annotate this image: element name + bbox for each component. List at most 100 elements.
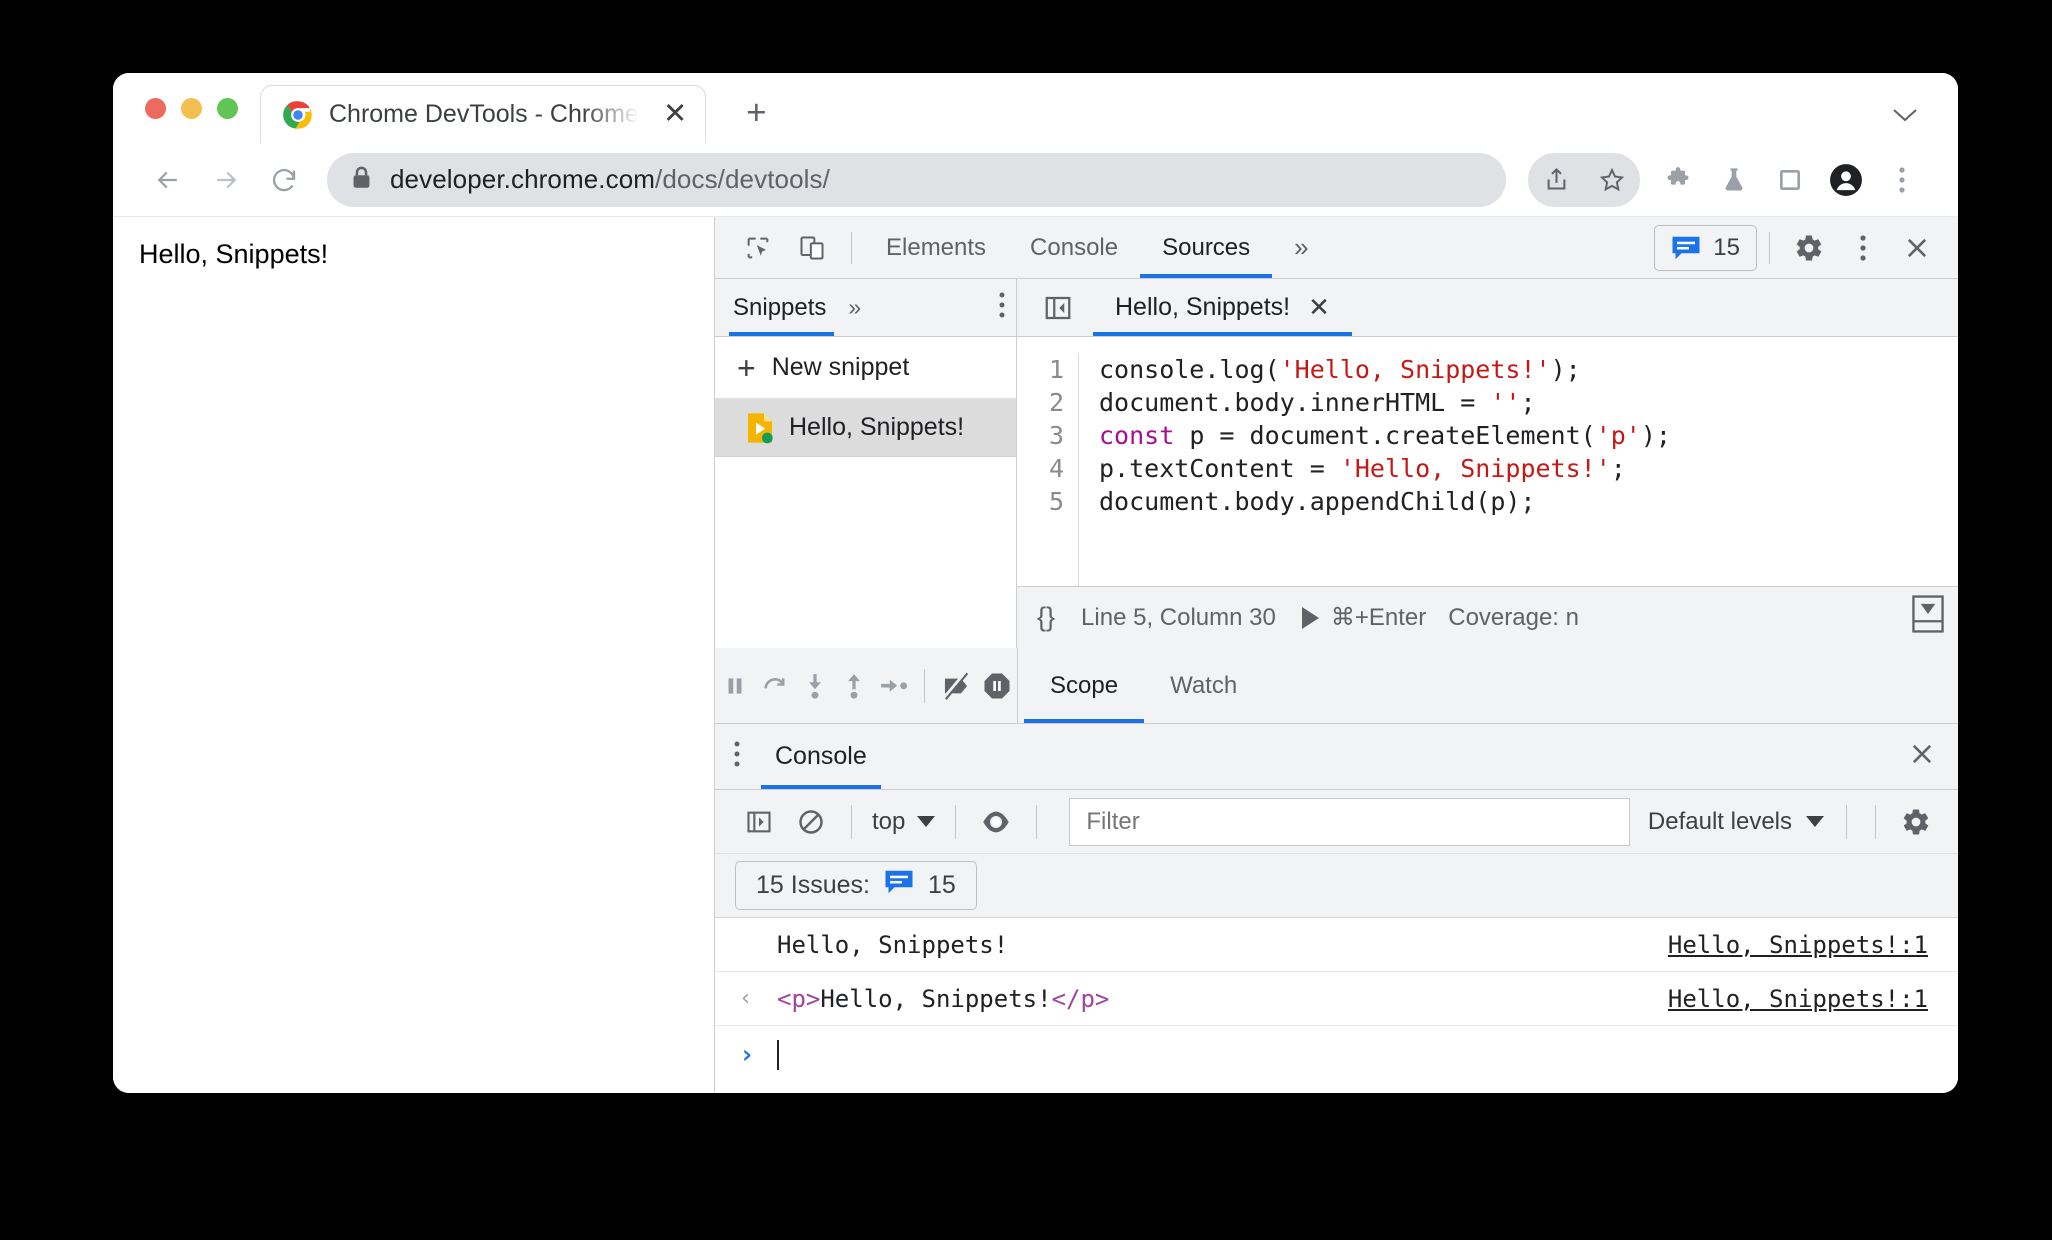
result-source-link[interactable]: Hello, Snippets!:1 (1668, 985, 1928, 1013)
show-more-icon[interactable] (1912, 595, 1944, 640)
code-token: ); (1640, 421, 1671, 450)
code-line: p.textContent = 'Hello, Snippets!'; (1099, 452, 1671, 485)
reload-icon[interactable] (255, 151, 313, 209)
lab-flask-icon[interactable] (1706, 152, 1762, 208)
tab-title: Chrome DevTools - Chrome De (329, 100, 639, 128)
code-token: const (1099, 421, 1175, 450)
code-editor[interactable]: 1 2 3 4 5 console.log('Hello, Snippets!'… (1017, 337, 1958, 586)
console-log-row[interactable]: Hello, Snippets! Hello, Snippets!:1 (715, 918, 1958, 972)
prompt-arrow-icon: › (739, 1040, 755, 1070)
kebab-menu-icon[interactable] (1836, 222, 1890, 274)
tab-close-button[interactable]: ✕ (655, 100, 687, 129)
bookmark-star-icon[interactable] (1584, 152, 1640, 208)
kebab-menu-icon[interactable] (998, 291, 1006, 324)
tab-console[interactable]: Console (1008, 217, 1140, 278)
tab-elements[interactable]: Elements (864, 217, 1008, 278)
more-tabs-icon[interactable]: » (1272, 217, 1330, 278)
issues-counter-button[interactable]: 15 (1654, 224, 1757, 271)
live-expression-icon[interactable] (970, 796, 1022, 848)
context-value: top (872, 807, 906, 835)
divider (1769, 231, 1770, 264)
open-tag: <p> (777, 984, 821, 1013)
close-window-button[interactable] (145, 97, 166, 119)
result-marker: ‹ (739, 986, 753, 1011)
step-over-icon[interactable] (760, 658, 790, 714)
sources-panel: Snippets » + New snippet Hello, Snippets… (715, 279, 1958, 648)
page-paragraph: Hello, Snippets! (139, 239, 329, 269)
code-token: p = document.createElement( (1174, 421, 1596, 450)
line-number: 2 (1048, 388, 1064, 417)
code-token: 'Hello, Snippets!' (1279, 355, 1551, 384)
tab-snippets[interactable]: Snippets (728, 279, 835, 336)
step-icon[interactable] (879, 658, 909, 714)
pause-resume-icon[interactable] (720, 658, 750, 714)
profile-avatar-icon[interactable] (1818, 152, 1874, 208)
gear-icon[interactable] (1890, 796, 1942, 848)
editor-pane: Hello, Snippets! ✕ 1 2 3 4 5 console.log… (1017, 279, 1958, 648)
log-levels-selector[interactable]: Default levels (1648, 808, 1824, 836)
code-content: console.log('Hello, Snippets!'); document… (1079, 353, 1671, 586)
url-text: developer.chrome.com/docs/devtools/ (390, 164, 830, 195)
result-inner-text: Hello, Snippets! (820, 984, 1052, 1013)
minimize-window-button[interactable] (181, 97, 202, 119)
share-icon[interactable] (1528, 152, 1584, 208)
side-panel-icon[interactable] (1762, 152, 1818, 208)
tab-scope[interactable]: Scope (1024, 649, 1145, 723)
editor-tab-close-button[interactable]: ✕ (1308, 292, 1330, 323)
divider (924, 668, 925, 703)
code-token: 'p' (1595, 421, 1641, 450)
extensions-puzzle-icon[interactable] (1650, 152, 1706, 208)
kebab-menu-icon[interactable] (1874, 152, 1930, 208)
filter-placeholder: Filter (1086, 807, 1140, 835)
address-bar[interactable]: developer.chrome.com/docs/devtools/ (327, 152, 1506, 207)
close-tag: </p> (1051, 984, 1110, 1013)
console-prompt-row[interactable]: › (715, 1026, 1958, 1084)
context-selector[interactable]: top (866, 808, 941, 836)
tab-watch[interactable]: Watch (1144, 649, 1263, 723)
log-source-link[interactable]: Hello, Snippets!:1 (1668, 931, 1928, 959)
console-result-row[interactable]: ‹ <p>Hello, Snippets!</p> Hello, Snippet… (715, 972, 1958, 1026)
close-icon[interactable] (1908, 740, 1936, 773)
new-snippet-button[interactable]: + New snippet (715, 337, 1016, 399)
divider (851, 804, 852, 839)
step-into-icon[interactable] (800, 658, 830, 714)
inspect-element-icon[interactable] (731, 222, 785, 274)
kebab-menu-icon[interactable] (733, 740, 741, 773)
snippet-file-icon (745, 412, 775, 444)
pretty-print-button[interactable]: {} (1037, 602, 1055, 633)
code-token: 'Hello, Snippets!' (1339, 454, 1611, 483)
deactivate-breakpoints-icon[interactable] (940, 658, 972, 714)
back-arrow-icon[interactable] (139, 151, 197, 209)
device-toolbar-icon[interactable] (785, 222, 839, 274)
collapse-sidebar-icon[interactable] (1033, 283, 1083, 333)
close-icon[interactable] (1890, 222, 1944, 274)
gear-icon[interactable] (1782, 222, 1836, 274)
forward-arrow-icon[interactable] (197, 151, 255, 209)
debugger-sidebar-tabs: Scope Watch (1018, 648, 1958, 723)
screenshot-root: Chrome DevTools - Chrome De ✕ + (0, 0, 2052, 1240)
new-snippet-label: New snippet (771, 353, 910, 381)
issues-summary-button[interactable]: 15 Issues: 15 (735, 861, 977, 910)
step-out-icon[interactable] (840, 658, 870, 714)
editor-tab-snippet[interactable]: Hello, Snippets! ✕ (1093, 279, 1352, 336)
result-text: <p>Hello, Snippets!</p> (777, 985, 1668, 1013)
browser-tab[interactable]: Chrome DevTools - Chrome De ✕ (260, 85, 707, 143)
tab-sources[interactable]: Sources (1140, 217, 1273, 278)
snippet-list-item[interactable]: Hello, Snippets! (715, 399, 1016, 457)
browser-toolbar: developer.chrome.com/docs/devtools/ (113, 143, 1958, 217)
console-sidebar-icon[interactable] (733, 796, 785, 848)
clear-console-icon[interactable] (785, 796, 837, 848)
maximize-window-button[interactable] (217, 97, 238, 119)
tab-console-drawer[interactable]: Console (761, 724, 881, 789)
code-line: document.body.innerHTML = ''; (1099, 386, 1671, 419)
more-tabs-icon[interactable]: » (848, 294, 861, 321)
code-token: ); (1550, 355, 1581, 384)
chevron-down-icon[interactable] (1892, 102, 1918, 129)
pause-on-exceptions-icon[interactable] (982, 658, 1012, 714)
issues-label: 15 Issues: (756, 871, 870, 899)
console-filter-input[interactable]: Filter (1069, 797, 1630, 846)
new-tab-button[interactable]: + (728, 85, 784, 141)
line-number: 3 (1048, 421, 1064, 450)
run-snippet-button[interactable]: ⌘+Enter (1301, 603, 1426, 632)
url-path: /docs/devtools/ (655, 164, 830, 194)
